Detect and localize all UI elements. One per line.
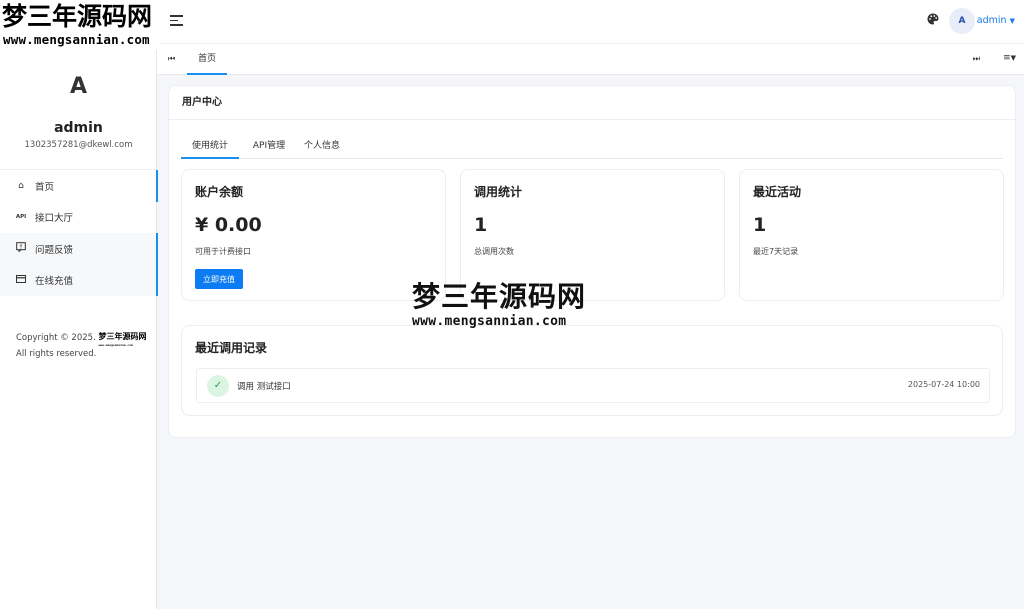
watermark-url: www.mengsannian.com <box>412 314 567 329</box>
rights-text: All rights reserved. <box>16 349 97 359</box>
logo-text: 梦三年源码网 <box>2 2 153 31</box>
profile-email: 1302357281@dkewl.com <box>24 140 133 150</box>
stat-value: 1 <box>753 214 767 236</box>
page-tabs-bar: ⏮ 首页 ⏭ ≡▼ <box>157 44 1024 75</box>
sidebar-item-label: 在线充值 <box>35 276 74 288</box>
card-icon <box>15 274 27 286</box>
stat-subtitle: 总调用次数 <box>474 247 514 256</box>
page-title: 用户中心 <box>169 86 1015 120</box>
recent-activity-card: 最近活动 1 最近7天记录 <box>739 169 1004 301</box>
user-profile: A admin 1302357281@dkewl.com <box>0 50 157 170</box>
sidebar-nav: ⌂ 首页 API 接口大厅 问题反馈 在线充值 <box>0 170 158 296</box>
sidebar-item-label: 问题反馈 <box>35 244 74 256</box>
palette-icon[interactable] <box>927 13 939 28</box>
home-icon: ⌂ <box>18 180 24 191</box>
tab-home[interactable]: 首页 <box>187 44 227 75</box>
logo-url: www.mengsannian.com <box>3 32 150 47</box>
watermark: 梦三年源码网 www.mengsannian.com <box>412 280 586 329</box>
sidebar-item-api-hall[interactable]: API 接口大厅 <box>0 202 157 234</box>
stat-subtitle: 可用于计费接口 <box>195 247 251 256</box>
recent-calls-title: 最近调用记录 <box>195 341 268 355</box>
sidebar-item-label: 接口大厅 <box>35 213 74 225</box>
user-menu[interactable]: admin ▼ <box>977 15 1015 26</box>
tabs-menu-icon[interactable]: ≡▼ <box>1003 53 1016 63</box>
scroll-right-icon[interactable]: ⏭ <box>973 54 980 64</box>
list-item[interactable]: ✓ 调用 测试接口 2025-07-24 10:00 <box>196 368 990 403</box>
api-icon: API <box>15 214 27 221</box>
stat-title: 最近活动 <box>753 185 802 199</box>
subtabs: 使用统计 API管理 个人信息 <box>181 137 1003 159</box>
call-time: 2025-07-24 10:00 <box>907 380 980 389</box>
logo: 梦三年源码网 www.mengsannian.com <box>0 0 160 50</box>
menu-toggle-icon[interactable] <box>170 15 183 29</box>
sidebar-item-label: 首页 <box>35 181 55 193</box>
stat-value: 1 <box>474 214 488 236</box>
stat-title: 调用统计 <box>474 185 523 199</box>
recent-calls: 最近调用记录 ✓ 调用 测试接口 2025-07-24 10:00 <box>181 325 1003 416</box>
mini-logo: 梦三年源码网 www.mengsannian.com <box>98 331 147 347</box>
copyright-text: Copyright © 2025. <box>16 333 96 343</box>
feedback-icon <box>15 242 27 255</box>
stat-title: 账户余额 <box>195 185 244 199</box>
sidebar-item-home[interactable]: ⌂ 首页 <box>0 170 158 202</box>
watermark-text: 梦三年源码网 <box>412 280 587 313</box>
avatar[interactable]: A <box>949 8 975 34</box>
top-bar: A admin ▼ <box>157 0 1024 44</box>
recharge-button[interactable]: 立即充值 <box>195 269 243 289</box>
user-center-card: 用户中心 使用统计 API管理 个人信息 账户余额 ¥ 0.00 可用于计费接口… <box>168 85 1016 438</box>
profile-name: admin <box>54 120 103 136</box>
stat-value: ¥ 0.00 <box>195 214 262 236</box>
user-menu-label: admin <box>976 15 1007 26</box>
copyright: Copyright © 2025. 梦三年源码网 www.mengsannian.… <box>16 328 146 362</box>
sidebar: A admin 1302357281@dkewl.com ⌂ 首页 API 接口… <box>0 0 158 609</box>
stat-subtitle: 最近7天记录 <box>753 247 799 256</box>
balance-card: 账户余额 ¥ 0.00 可用于计费接口 立即充值 <box>181 169 446 301</box>
tab-profile[interactable]: 个人信息 <box>297 137 347 159</box>
profile-avatar: A <box>69 74 88 99</box>
sidebar-item-feedback[interactable]: 问题反馈 <box>0 233 158 265</box>
scroll-left-icon[interactable]: ⏮ <box>168 54 175 64</box>
call-description: 调用 测试接口 <box>237 382 291 392</box>
tab-usage-stats[interactable]: 使用统计 <box>181 137 239 159</box>
sidebar-item-recharge[interactable]: 在线充值 <box>0 264 158 296</box>
tab-api-manage[interactable]: API管理 <box>244 137 294 159</box>
caret-down-icon: ▼ <box>1009 17 1015 25</box>
check-icon: ✓ <box>207 375 229 397</box>
